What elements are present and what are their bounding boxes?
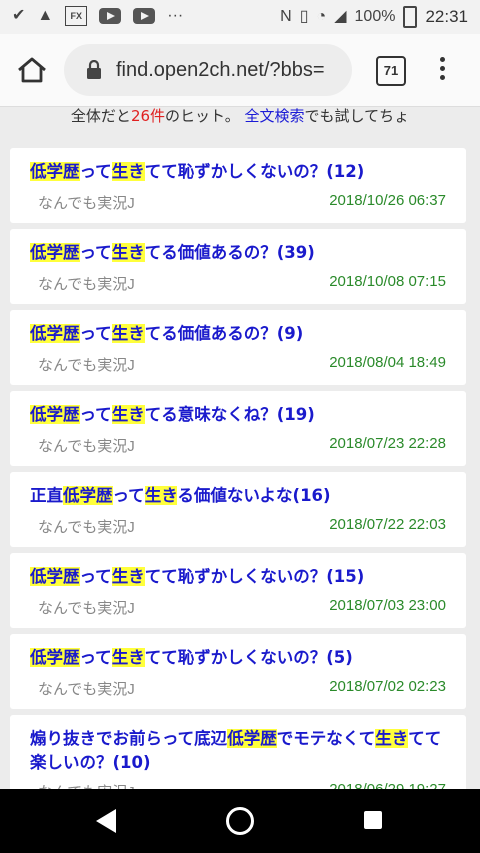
search-highlight: 生き [111, 243, 145, 262]
thread-title-link[interactable]: 低学歴って生きてて恥ずかしくないの？(15) [30, 565, 450, 589]
wifi-icon: ◔ [316, 8, 327, 25]
title-text: 煽り抜きでお前らって底辺 [30, 729, 228, 748]
board-name: なんでも実況J [38, 600, 135, 617]
search-highlight: 生き [111, 162, 145, 181]
title-text: でモテなくて [276, 729, 376, 748]
status-bar: ✔ ▲ FX ··· N ▯ ◔ ◢ 100% 22:31 [0, 0, 480, 34]
battery-percent: 100% [354, 8, 396, 25]
result-card[interactable]: 低学歴って生きてて恥ずかしくないの？(5) なんでも実況J 2018/07/02… [10, 634, 466, 709]
thread-title-link[interactable]: 低学歴って生きてる意味なくね？(19) [30, 403, 450, 427]
signal-icon: ◢ [334, 8, 347, 25]
result-card[interactable]: 低学歴って生きてる価値あるの？(9) なんでも実況J 2018/08/04 18… [10, 310, 466, 385]
post-date: 2018/10/08 07:15 [329, 273, 446, 290]
thread-title-link[interactable]: 低学歴って生きてて恥ずかしくないの？(5) [30, 646, 450, 670]
board-name: なんでも実況J [38, 681, 135, 698]
title-text: てる価値あるの？(39) [144, 243, 315, 262]
youtube-icon [99, 8, 122, 24]
fulltext-search-link[interactable]: 全文検索 [245, 107, 305, 125]
checkmark-icon: ✔ [12, 7, 26, 24]
thread-title-link[interactable]: 正直低学歴って生きる価値ないよな(16) [30, 484, 450, 508]
youtube-icon [133, 8, 156, 24]
url-text: find.open2ch.net/?bbs= [116, 58, 325, 81]
post-date: 2018/07/23 22:28 [329, 435, 446, 452]
search-highlight: 低学歴 [63, 486, 113, 505]
hit-count: 26件 [130, 107, 166, 125]
result-card[interactable]: 正直低学歴って生きる価値ないよな(16) なんでも実況J 2018/07/22 … [10, 472, 466, 547]
back-icon[interactable] [96, 809, 116, 833]
lock-icon [87, 60, 101, 79]
result-card[interactable]: 低学歴って生きてる価値あるの？(39) なんでも実況J 2018/10/08 0… [10, 229, 466, 304]
thread-title-link[interactable]: 煽り抜きでお前らって底辺低学歴でモテなくて生きてて楽しいの？(10) [30, 727, 450, 775]
title-text: てて恥ずかしくないの？(12) [144, 162, 365, 181]
system-nav-bar [0, 789, 480, 853]
hit-middle: のヒット。 [165, 107, 245, 125]
clock: 22:31 [425, 7, 468, 26]
result-card[interactable]: 低学歴って生きてて恥ずかしくないの？(12) なんでも実況J 2018/10/2… [10, 148, 466, 223]
title-text: る価値ないよな(16) [177, 486, 331, 505]
tab-switcher-button[interactable]: 71 [376, 56, 406, 86]
title-text: って [79, 648, 112, 667]
post-date: 2018/07/22 22:03 [329, 516, 446, 533]
search-highlight: 低学歴 [30, 324, 80, 343]
search-highlight: 生き [111, 648, 145, 667]
post-date: 2018/07/03 23:00 [329, 597, 446, 614]
title-text: って [79, 405, 112, 424]
title-text: てる価値あるの？(9) [144, 324, 304, 343]
home-icon[interactable] [16, 56, 48, 84]
overflow-menu-icon[interactable] [436, 54, 448, 84]
board-name: なんでも実況J [38, 195, 135, 212]
board-name: なんでも実況J [38, 357, 135, 374]
search-highlight: 生き [111, 567, 145, 586]
vibrate-icon: ▯ [299, 8, 309, 25]
home-circle-icon[interactable] [226, 807, 254, 835]
post-date: 2018/10/26 06:37 [329, 192, 446, 209]
more-notifications-icon: ··· [167, 7, 184, 24]
title-text: 正直 [30, 486, 63, 505]
search-highlight: 生き [111, 405, 145, 424]
title-text: って [112, 486, 145, 505]
title-text: てて恥ずかしくないの？(5) [144, 648, 353, 667]
nfc-icon: N [280, 8, 292, 25]
search-highlight: 低学歴 [30, 648, 80, 667]
thread-title-link[interactable]: 低学歴って生きてて恥ずかしくないの？(12) [30, 160, 450, 184]
result-card[interactable]: 低学歴って生きてて恥ずかしくないの？(15) なんでも実況J 2018/07/0… [10, 553, 466, 628]
title-text: てる意味なくね？(19) [144, 405, 315, 424]
search-highlight: 生き [111, 324, 145, 343]
hit-prefix: 全体だと [70, 107, 131, 125]
thread-title-link[interactable]: 低学歴って生きてる価値あるの？(9) [30, 322, 450, 346]
thread-title-link[interactable]: 低学歴って生きてる価値あるの？(39) [30, 241, 450, 265]
result-card[interactable]: 低学歴って生きてる意味なくね？(19) なんでも実況J 2018/07/23 2… [10, 391, 466, 466]
search-highlight: 低学歴 [30, 162, 80, 181]
search-highlight: 低学歴 [30, 405, 80, 424]
warning-icon: ▲ [37, 7, 54, 24]
title-text: てて恥ずかしくないの？(15) [144, 567, 365, 586]
search-highlight: 低学歴 [30, 567, 80, 586]
search-highlight: 低学歴 [227, 729, 277, 748]
title-text: って [79, 567, 112, 586]
battery-icon [403, 6, 418, 28]
search-highlight: 低学歴 [30, 243, 80, 262]
fx-app-icon: FX [65, 6, 88, 26]
post-date: 2018/08/04 18:49 [329, 354, 446, 371]
hit-summary: 全体だと26件のヒット。 全文検索でも試してちょ [0, 106, 480, 140]
title-text: って [79, 324, 112, 343]
url-bar[interactable]: find.open2ch.net/?bbs= [64, 44, 352, 96]
post-date: 2018/07/02 02:23 [329, 678, 446, 695]
board-name: なんでも実況J [38, 519, 135, 536]
recent-apps-icon[interactable] [364, 811, 382, 829]
board-name: なんでも実況J [38, 276, 135, 293]
hit-suffix: でも試してちょ [304, 107, 410, 125]
title-text: って [79, 243, 112, 262]
search-highlight: 生き [144, 486, 178, 505]
search-highlight: 生き [375, 729, 409, 748]
title-text: って [79, 162, 112, 181]
board-name: なんでも実況J [38, 438, 135, 455]
browser-toolbar: find.open2ch.net/?bbs= 71 [0, 34, 480, 107]
